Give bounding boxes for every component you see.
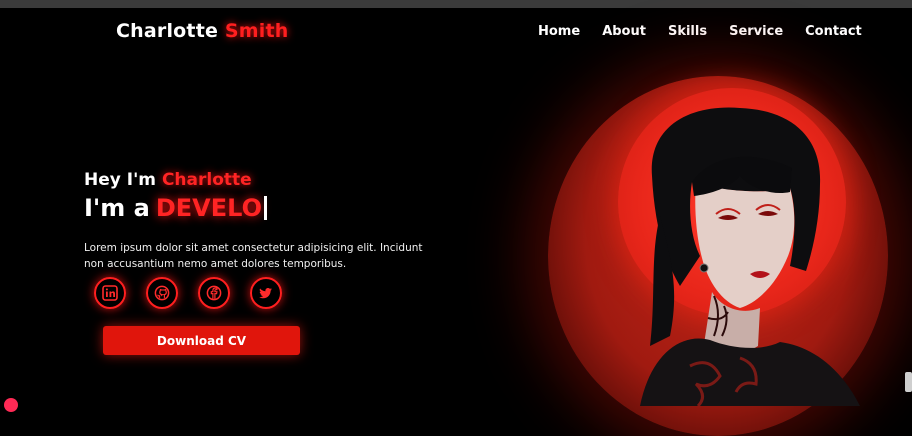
brand-logo[interactable]: Charlotte Smith xyxy=(116,20,289,42)
greeting-name: Charlotte xyxy=(161,170,252,190)
brand-first-name: Charlotte xyxy=(116,20,219,42)
hero-description: Lorem ipsum dolor sit amet consectetur a… xyxy=(84,242,423,270)
brand-last-name: Smith xyxy=(224,20,289,42)
scrollbar-thumb[interactable] xyxy=(905,372,912,392)
github-link[interactable] xyxy=(146,277,178,309)
linkedin-link[interactable] xyxy=(94,277,126,309)
download-cv-button[interactable]: Download CV xyxy=(103,326,300,355)
hero-section: Hey I'm Charlotte I'm a DEVELO xyxy=(84,170,267,222)
hero-role: I'm a DEVELO xyxy=(84,194,267,222)
nav-item-skills[interactable]: Skills xyxy=(668,24,707,39)
role-typed-text: DEVELO xyxy=(155,194,262,222)
github-icon xyxy=(154,285,170,301)
typing-cursor xyxy=(263,196,267,220)
facebook-icon xyxy=(206,285,222,301)
corner-indicator xyxy=(4,398,18,412)
social-links xyxy=(94,277,282,309)
role-prefix: I'm a xyxy=(84,194,150,222)
linkedin-icon xyxy=(102,285,118,301)
facebook-link[interactable] xyxy=(198,277,230,309)
nav-item-contact[interactable]: Contact xyxy=(805,24,862,39)
nav-item-about[interactable]: About xyxy=(602,24,646,39)
main-nav: Home About Skills Service Contact xyxy=(538,24,884,39)
hero-greeting: Hey I'm Charlotte xyxy=(84,170,267,190)
greeting-prefix: Hey I'm xyxy=(84,170,157,190)
browser-top-bar xyxy=(0,0,912,8)
nav-item-home[interactable]: Home xyxy=(538,24,580,39)
nav-item-service[interactable]: Service xyxy=(729,24,783,39)
twitter-icon xyxy=(259,288,272,299)
portrait-illustration xyxy=(640,107,860,406)
twitter-link[interactable] xyxy=(250,277,282,309)
